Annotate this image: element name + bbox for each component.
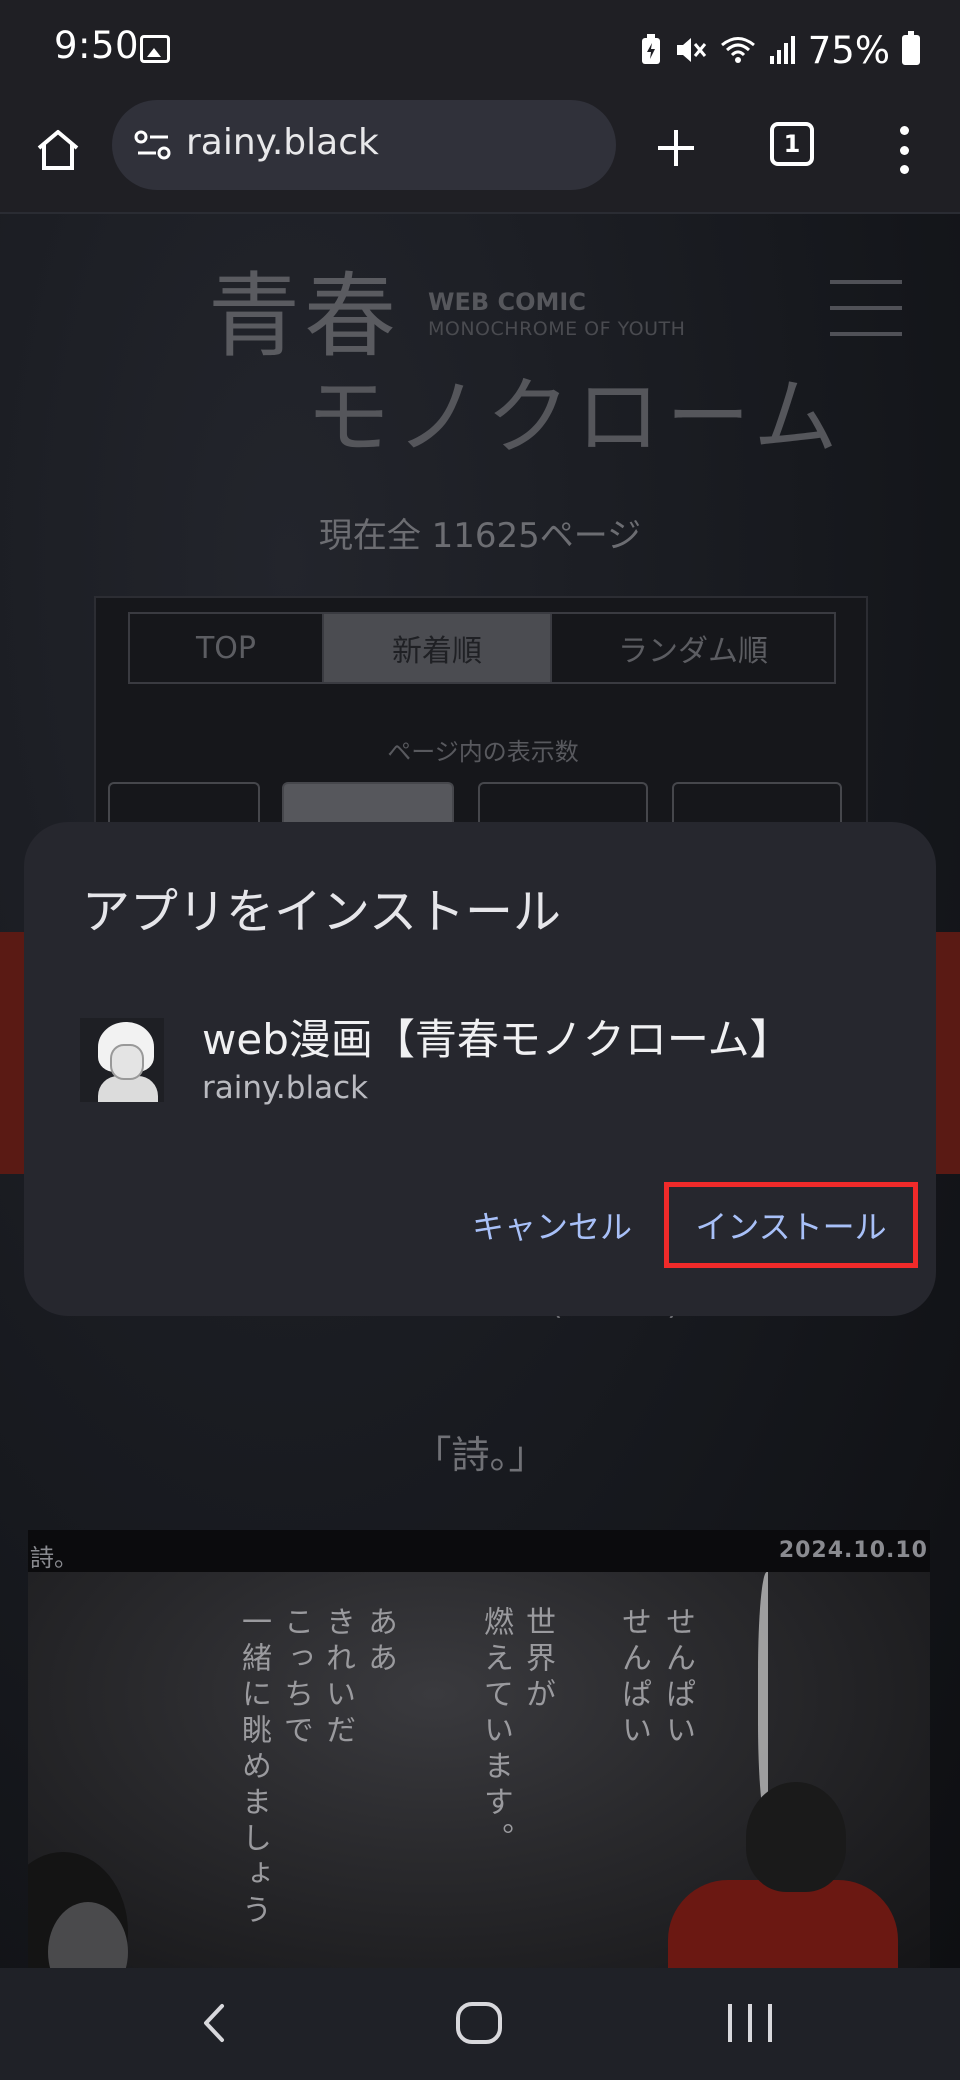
cancel-button[interactable]: キャンセル (472, 1202, 632, 1248)
mute-icon (676, 38, 706, 62)
system-nav-bar (0, 1968, 960, 2080)
tab-top[interactable]: TOP (130, 614, 324, 682)
status-icons: 75% (640, 26, 920, 74)
divider (0, 212, 960, 214)
home-nav-icon[interactable] (456, 2002, 502, 2044)
speech-text: 世界が (520, 1606, 555, 1714)
tab-switcher-button[interactable]: 1 (770, 122, 814, 166)
speech-text: ああ (362, 1606, 397, 1678)
sort-panel: TOP 新着順 ランダム順 ページ内の表示数 (94, 596, 868, 838)
comic-title: 詩。 (30, 1544, 78, 1572)
site-logo-subtitle: MONOCHROME OF YOUTH (428, 318, 686, 340)
address-bar[interactable]: rainy.black (112, 100, 616, 190)
speech-text: こっちで (278, 1606, 313, 1750)
site-logo-katakana: モノクローム (306, 368, 844, 466)
tab-random[interactable]: ランダム順 (552, 614, 834, 682)
site-hamburger-icon[interactable] (830, 280, 902, 336)
comic-page[interactable]: 詩。 2024.10.10 せんぱい せんぱい 世界が 燃えています。 ああ き… (28, 1530, 930, 1968)
dialog-title: アプリをインストール (82, 884, 562, 940)
new-tab-button[interactable] (644, 116, 708, 180)
status-bar: 9:50 75% (0, 0, 960, 100)
battery-saver-icon (641, 34, 660, 64)
image-icon (140, 35, 170, 63)
app-url: rainy.black (202, 1070, 369, 1106)
speech-text: せんぱい (616, 1606, 651, 1750)
banner-edge-right (932, 932, 960, 1174)
app-icon (80, 1018, 164, 1102)
home-button[interactable] (28, 120, 88, 180)
back-icon[interactable] (190, 1998, 240, 2048)
tab-newest[interactable]: 新着順 (324, 614, 552, 682)
speech-text: 一緒に眺めましょう (236, 1606, 271, 1930)
speech-text: せんぱい (660, 1606, 695, 1750)
browser-toolbar: rainy.black 1 (0, 100, 960, 212)
site-logo-webcomic: WEB COMIC (428, 288, 586, 316)
signal-icon (769, 36, 795, 64)
status-time: 9:50 (54, 24, 140, 67)
comic-panel: せんぱい せんぱい 世界が 燃えています。 ああ きれいだ こっちで 一緒に眺め… (28, 1572, 930, 1968)
url-text: rainy.black (186, 122, 379, 163)
app-name: web漫画【青春モノクローム】 (202, 1015, 792, 1064)
battery-percent: 75% (807, 28, 890, 72)
more-menu-icon[interactable] (886, 120, 922, 180)
page-count: 現在全 11625ページ (318, 516, 642, 556)
install-button[interactable]: インストール (664, 1182, 918, 1268)
sort-tabs: TOP 新着順 ランダム順 (128, 612, 836, 684)
battery-icon (902, 31, 920, 65)
character-illustration (648, 1782, 898, 1968)
comic-date: 2024.10.10 (778, 1538, 928, 1563)
speech-text: 燃えています。 (478, 1606, 513, 1858)
wifi-icon (720, 37, 755, 63)
recents-icon[interactable] (728, 2004, 772, 2042)
install-app-dialog: アプリをインストール web漫画【青春モノクローム】 rainy.black キ… (24, 822, 936, 1316)
per-page-label: ページ内の表示数 (387, 738, 579, 766)
speech-text: きれいだ (320, 1606, 355, 1750)
post-title: 「詩。」 (413, 1433, 547, 1477)
plus-icon (658, 130, 694, 166)
site-settings-icon[interactable] (134, 130, 176, 160)
home-icon (37, 130, 79, 170)
